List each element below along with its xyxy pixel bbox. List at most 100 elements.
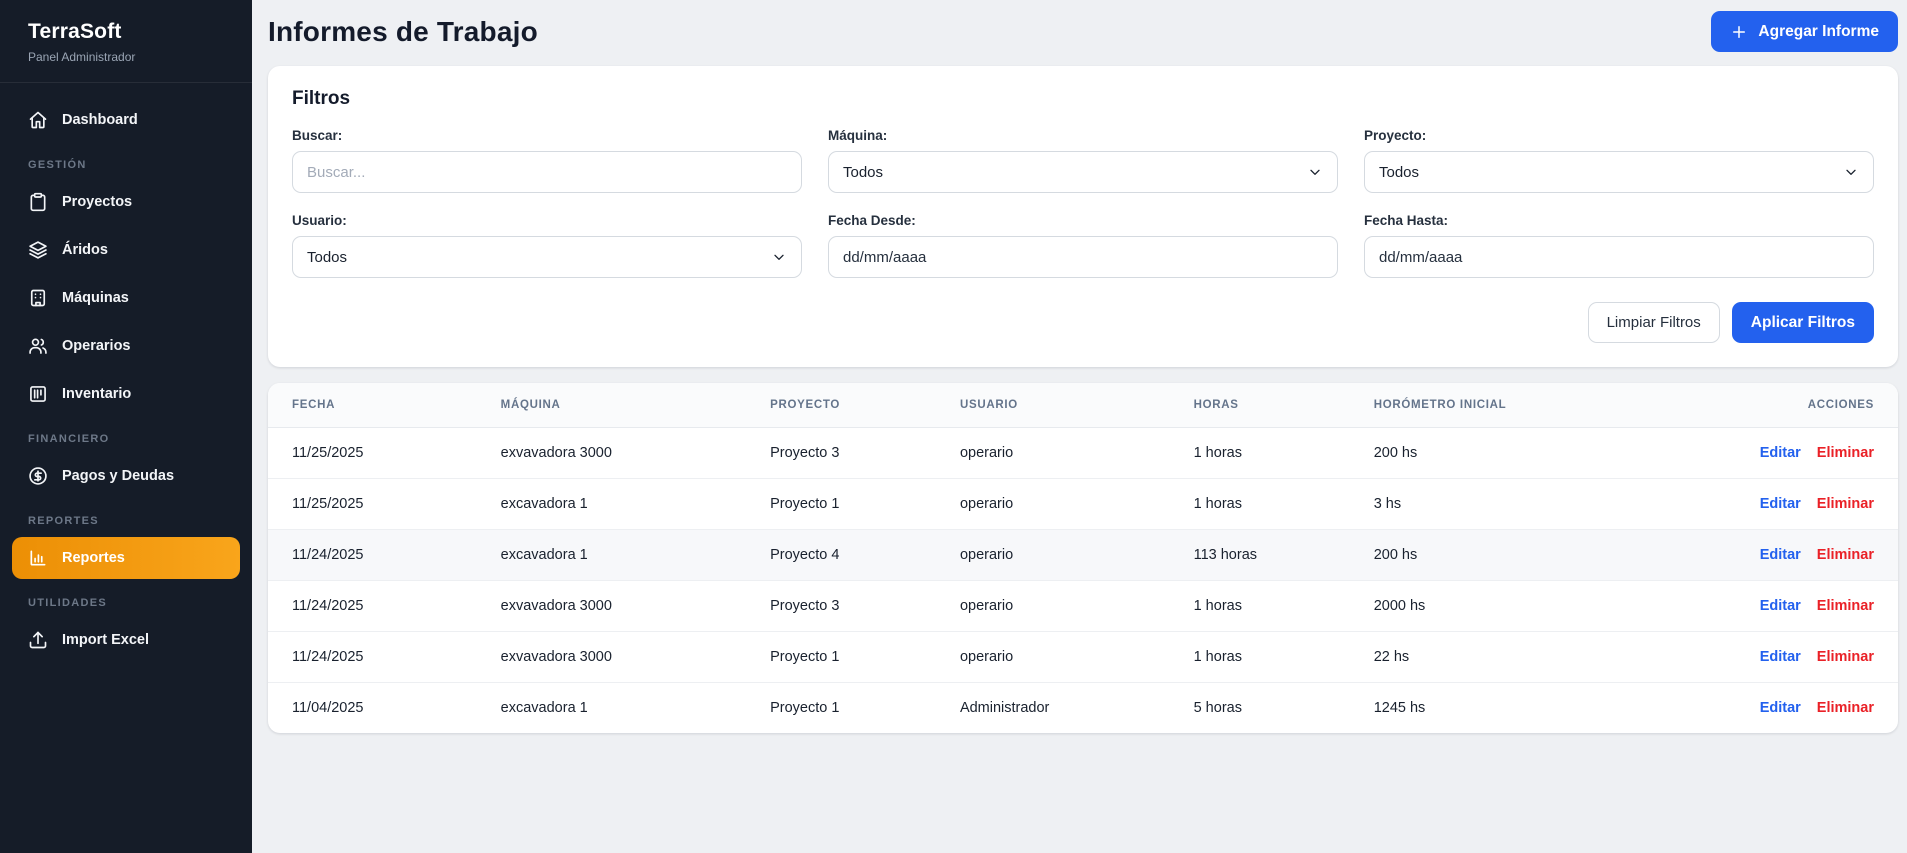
sidebar-item-label: Pagos y Deudas [62,468,174,484]
sidebar-item-maquinas[interactable]: Máquinas [12,277,240,319]
sidebar-item-label: Proyectos [62,194,132,210]
delete-link[interactable]: Eliminar [1817,496,1874,512]
cell-proyecto: Proyecto 1 [758,479,948,530]
cell-horas: 1 horas [1182,428,1362,479]
cell-horas: 1 horas [1182,479,1362,530]
cell-actions: Editar Eliminar [1748,428,1898,479]
cell-usuario: operario [948,530,1182,581]
reports-table-card: FECHAMÁQUINAPROYECTOUSUARIOHORASHORÓMETR… [268,383,1898,733]
upload-icon [28,630,48,650]
clipboard-icon [28,192,48,212]
sidebar-nav: DashboardGESTIÓNProyectosÁridosMáquinasO… [0,83,252,853]
delete-link[interactable]: Eliminar [1817,598,1874,614]
cell-horometro: 22 hs [1362,632,1748,683]
edit-link[interactable]: Editar [1760,598,1801,614]
column-header: FECHA [268,383,489,428]
add-report-label: Agregar Informe [1758,23,1879,41]
machine-icon [28,288,48,308]
cell-fecha: 11/24/2025 [268,530,489,581]
sidebar: TerraSoft Panel Administrador DashboardG… [0,0,252,853]
filters-grid: Buscar:Máquina:TodosProyecto:TodosUsuari… [292,128,1874,278]
sidebar-item-label: Áridos [62,242,108,258]
edit-link[interactable]: Editar [1760,445,1801,461]
table-row: 11/25/2025excavadora 1Proyecto 1operario… [268,479,1898,530]
reports-table: FECHAMÁQUINAPROYECTOUSUARIOHORASHORÓMETR… [268,383,1898,733]
sidebar-item-inventario[interactable]: Inventario [12,373,240,415]
plus-icon [1730,23,1748,41]
edit-link[interactable]: Editar [1760,496,1801,512]
filter-field-buscar: Buscar: [292,128,802,193]
sidebar-item-pagos-y-deudas[interactable]: Pagos y Deudas [12,455,240,497]
chart-icon [28,548,48,568]
add-report-button[interactable]: Agregar Informe [1711,11,1898,52]
cell-fecha: 11/24/2025 [268,581,489,632]
delete-link[interactable]: Eliminar [1817,445,1874,461]
sidebar-item-reportes[interactable]: Reportes [12,537,240,579]
maquina-select[interactable]: Todos [828,151,1338,193]
sidebar-item-label: Operarios [62,338,131,354]
select-value: Todos [1379,164,1419,181]
chevron-down-icon [1843,164,1859,180]
table-body: 11/25/2025exvavadora 3000Proyecto 3opera… [268,428,1898,734]
cell-usuario: operario [948,581,1182,632]
column-header: HORÓMETRO INICIAL [1362,383,1748,428]
page-header: Informes de Trabajo Agregar Informe [268,0,1898,52]
field-label: Usuario: [292,213,802,228]
table-row: 11/04/2025excavadora 1Proyecto 1Administ… [268,683,1898,734]
edit-link[interactable]: Editar [1760,700,1801,716]
filters-actions: Limpiar Filtros Aplicar Filtros [292,302,1874,343]
fecha-desde-input[interactable] [828,236,1338,278]
apply-filters-button[interactable]: Aplicar Filtros [1732,302,1874,343]
sidebar-item-proyectos[interactable]: Proyectos [12,181,240,223]
sidebar-item-aridos[interactable]: Áridos [12,229,240,271]
sidebar-item-dashboard[interactable]: Dashboard [12,99,240,141]
delete-link[interactable]: Eliminar [1817,649,1874,665]
cell-fecha: 11/04/2025 [268,683,489,734]
sidebar-item-label: Máquinas [62,290,129,306]
app-title: TerraSoft [28,20,224,44]
usuario-select[interactable]: Todos [292,236,802,278]
column-header: MÁQUINA [489,383,758,428]
delete-link[interactable]: Eliminar [1817,547,1874,563]
field-label: Fecha Desde: [828,213,1338,228]
clear-filters-button[interactable]: Limpiar Filtros [1588,302,1720,343]
cell-proyecto: Proyecto 4 [758,530,948,581]
filters-title: Filtros [292,88,1874,110]
edit-link[interactable]: Editar [1760,547,1801,563]
cell-horas: 1 horas [1182,581,1362,632]
home-icon [28,110,48,130]
sidebar-item-import-excel[interactable]: Import Excel [12,619,240,661]
filter-field-usuario: Usuario: Todos [292,213,802,278]
field-label: Máquina: [828,128,1338,143]
table-header-row: FECHAMÁQUINAPROYECTOUSUARIOHORASHORÓMETR… [268,383,1898,428]
cell-usuario: Administrador [948,683,1182,734]
edit-link[interactable]: Editar [1760,649,1801,665]
column-header: HORAS [1182,383,1362,428]
cell-actions: Editar Eliminar [1748,530,1898,581]
cell-usuario: operario [948,428,1182,479]
brand: TerraSoft Panel Administrador [0,0,252,83]
inventory-icon [28,384,48,404]
table-row: 11/24/2025excavadora 1Proyecto 4operario… [268,530,1898,581]
cell-maquina: exvavadora 3000 [489,581,758,632]
nav-section-label: UTILIDADES [28,597,224,609]
cell-usuario: operario [948,479,1182,530]
delete-link[interactable]: Eliminar [1817,700,1874,716]
sidebar-item-label: Inventario [62,386,131,402]
layers-icon [28,240,48,260]
sidebar-item-label: Import Excel [62,632,149,648]
cell-actions: Editar Eliminar [1748,581,1898,632]
chevron-down-icon [771,249,787,265]
fecha-hasta-input[interactable] [1364,236,1874,278]
buscar-input[interactable] [292,151,802,193]
cell-horas: 113 horas [1182,530,1362,581]
proyecto-select[interactable]: Todos [1364,151,1874,193]
cell-fecha: 11/24/2025 [268,632,489,683]
sidebar-item-operarios[interactable]: Operarios [12,325,240,367]
field-label: Proyecto: [1364,128,1874,143]
cell-actions: Editar Eliminar [1748,632,1898,683]
nav-section-label: REPORTES [28,515,224,527]
dollar-icon [28,466,48,486]
sidebar-item-label: Reportes [62,550,125,566]
nav-section-label: FINANCIERO [28,433,224,445]
